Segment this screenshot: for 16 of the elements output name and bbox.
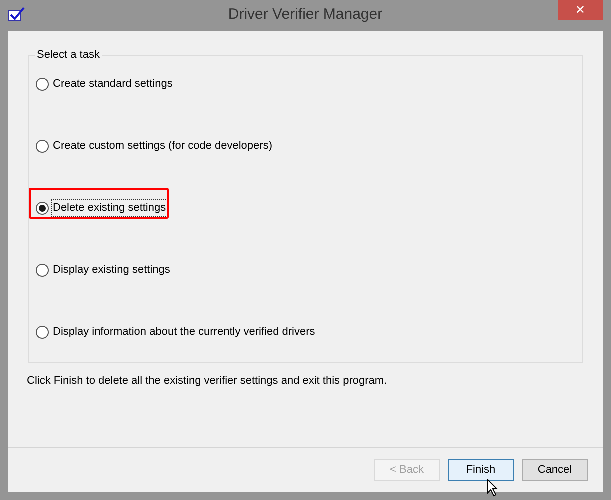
- mouse-cursor-icon: [487, 479, 499, 497]
- radio-button[interactable]: [36, 264, 49, 276]
- radio-option[interactable]: Display information about the currently verified drivers: [36, 324, 318, 340]
- radio-button[interactable]: [36, 326, 49, 338]
- checklist-icon: [8, 7, 26, 23]
- dialog-button[interactable]: Cancel: [522, 459, 588, 481]
- radio-button[interactable]: [36, 78, 49, 90]
- description-text: Click Finish to delete all the existing verifier settings and exit this program.: [27, 374, 388, 389]
- radio-button[interactable]: [36, 140, 49, 152]
- close-button[interactable]: ✕: [558, 0, 603, 20]
- dialog-button[interactable]: Finish: [448, 459, 514, 481]
- radio-button[interactable]: [36, 202, 49, 214]
- radio-option[interactable]: Create custom settings (for code developers): [36, 138, 274, 154]
- radio-option[interactable]: Display existing settings: [36, 262, 172, 278]
- window-title: Driver Verifier Manager: [228, 5, 383, 26]
- radio-option[interactable]: Create standard settings: [36, 76, 175, 92]
